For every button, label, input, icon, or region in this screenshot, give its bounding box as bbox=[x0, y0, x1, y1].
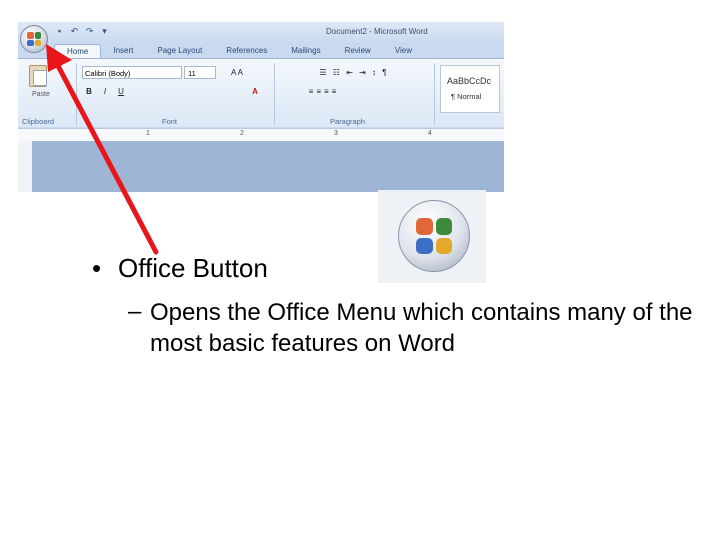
pointer-arrow bbox=[46, 44, 159, 255]
